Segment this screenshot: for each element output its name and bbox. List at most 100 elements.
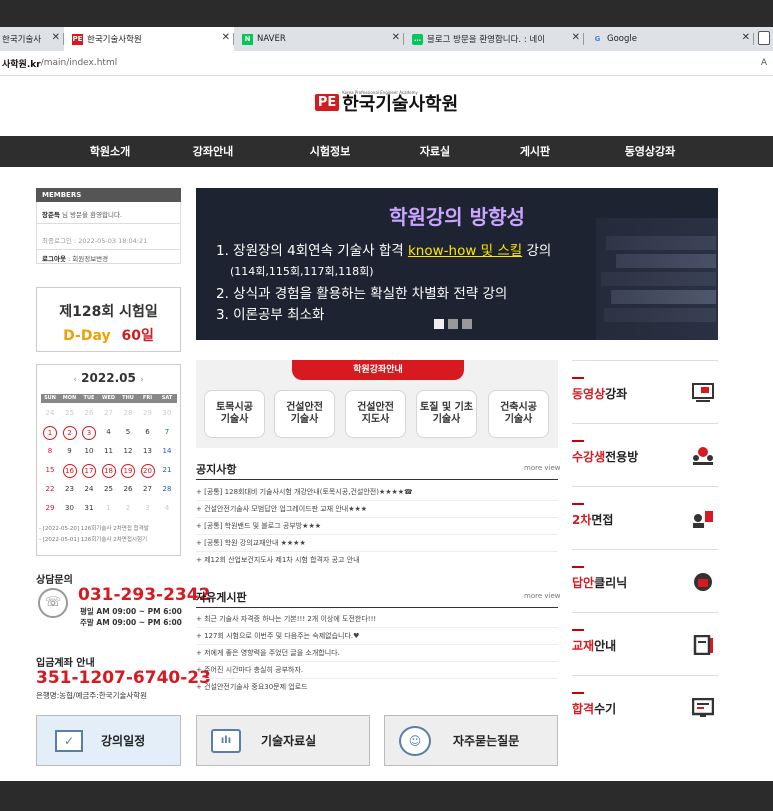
board-more-link[interactable]: more view (524, 592, 560, 600)
calendar-day[interactable]: 11 (102, 447, 116, 455)
board-item[interactable]: + 최근 기술사 자격증 하나는 기본!!! 2개 이상에 도전한다!!! (196, 611, 558, 628)
calendar-day[interactable]: 26 (121, 485, 135, 493)
materials-button[interactable]: ılı 기술자료실 (196, 715, 370, 766)
calendar-day[interactable]: 2 (62, 426, 77, 440)
course-architecture[interactable]: 건축시공 기술사 (488, 390, 549, 438)
calendar-day[interactable]: 30 (160, 409, 174, 417)
tab-google[interactable]: G Google ✕ (584, 27, 754, 51)
calendar-day[interactable]: 24 (43, 409, 57, 417)
calendar-day[interactable]: 25 (63, 409, 77, 417)
nav-video-lectures[interactable]: 동영상강좌 (605, 136, 695, 167)
pager-dot[interactable] (448, 319, 458, 329)
notice-item[interactable]: + [공통] 128회대비 기술사시험 개강안내(토목시공,건설안전)★★★★☎ (196, 484, 558, 501)
close-icon[interactable]: ✕ (392, 32, 400, 43)
course-safety-instructor[interactable]: 건설안전 지도사 (345, 390, 406, 438)
edit-profile-link[interactable]: 회원정보변경 (72, 255, 108, 263)
close-icon[interactable]: ✕ (572, 32, 580, 43)
hero-banner[interactable]: 학원강의 방향성 1. 장원장의 4회연속 기술사 합격 know-how 및 … (196, 188, 718, 340)
calendar-day[interactable]: 18 (101, 464, 116, 478)
nav-board[interactable]: 게시판 (500, 136, 570, 167)
pager-dot[interactable] (434, 319, 444, 329)
calendar-day[interactable]: 21 (160, 466, 174, 474)
calendar-day[interactable]: 23 (63, 485, 77, 493)
notice-item[interactable]: + [공통] 학원밴드 및 블로그 공부방★★★ (196, 518, 558, 535)
board-item[interactable]: + 건설안전기술사 중요30문제 업로드 (196, 679, 558, 696)
members-heading: MEMBERS (36, 188, 181, 202)
board-item[interactable]: + 주어진 시간마다 충실히 공부하자. (196, 662, 558, 679)
notice-item[interactable]: + 건설안전기술사 모범답안 업그레이드판 교재 안내★★★ (196, 501, 558, 518)
calendar-day[interactable]: 17 (82, 464, 96, 478)
calendar-prev-button[interactable]: ‹ (73, 375, 77, 385)
side-student-room[interactable]: 수강생전용방 (572, 423, 718, 485)
nav-resources[interactable]: 자료실 (400, 136, 470, 167)
reader-mode-icon[interactable]: A (761, 58, 767, 68)
calendar-day[interactable]: 26 (82, 409, 96, 417)
course-soil-foundation[interactable]: 토질 및 기초 기술사 (416, 390, 477, 438)
calendar-day[interactable]: 4 (160, 504, 174, 512)
calendar-day[interactable]: 7 (160, 428, 174, 436)
calendar-day[interactable]: 27 (141, 485, 155, 493)
calendar-day[interactable]: 3 (82, 426, 96, 440)
calendar-day[interactable]: 24 (82, 485, 96, 493)
board-item[interactable]: + 127회 시험으로 이번주 및 다음주는 숙제없습니다.♥ (196, 628, 558, 645)
close-icon[interactable]: ✕ (52, 32, 60, 43)
calendar-day[interactable]: 28 (160, 485, 174, 493)
calendar-day[interactable]: 31 (82, 504, 96, 512)
calendar-day[interactable]: 2 (121, 504, 135, 512)
page-favicon-icon[interactable] (758, 31, 770, 45)
tab-blog[interactable]: … 블로그 방문을 환영합니다. : 네이 ✕ (404, 27, 584, 51)
calendar-day[interactable]: 19 (121, 464, 135, 478)
calendar-day[interactable]: 5 (121, 428, 135, 436)
pager-dot[interactable] (462, 319, 472, 329)
calendar-day[interactable]: 4 (102, 428, 116, 436)
calendar-day[interactable]: 28 (121, 409, 135, 417)
nav-academy-intro[interactable]: 학원소개 (75, 136, 145, 167)
calendar-day[interactable]: 1 (102, 504, 116, 512)
close-icon[interactable]: ✕ (742, 32, 750, 43)
faq-button[interactable]: ☺ 자주묻는질문 (384, 715, 558, 766)
calendar-day[interactable]: 15 (43, 466, 57, 474)
calendar-day[interactable]: 29 (141, 409, 155, 417)
calendar-day[interactable]: 6 (141, 428, 155, 436)
calendar-day[interactable]: 3 (141, 504, 155, 512)
calendar-day[interactable]: 8 (43, 447, 57, 455)
notice-item[interactable]: + [공통] 학원 강의교재안내 ★★★★ (196, 535, 558, 552)
calendar-day[interactable]: 1 (43, 426, 57, 440)
close-icon[interactable]: ✕ (222, 32, 230, 43)
calendar-day[interactable]: 9 (63, 447, 77, 455)
nav-exam-info[interactable]: 시험정보 (295, 136, 365, 167)
calendar-next-button[interactable]: › (140, 375, 144, 385)
calendar-day[interactable]: 29 (43, 504, 57, 512)
calendar-note[interactable]: - [2022-05-01] 126회기술사 2차면접시험기 (39, 535, 147, 543)
calendar-day[interactable]: 13 (141, 447, 155, 455)
side-answer-clinic[interactable]: 답안클리닉 (572, 549, 718, 611)
notices-more-link[interactable]: more view (524, 464, 560, 472)
board-item[interactable]: + 저에게 좋은 영향력을 주었던 글을 소개합니다. (196, 645, 558, 662)
site-logo[interactable]: PE Korea Professional Engineer Academy 한… (0, 85, 773, 120)
logout-link[interactable]: 로그아웃 (42, 255, 66, 263)
calendar-day[interactable]: 30 (63, 504, 77, 512)
calendar-day[interactable]: 10 (82, 447, 96, 455)
side-video-lectures[interactable]: 동영상강좌 (572, 360, 718, 422)
calendar-day[interactable]: 14 (160, 447, 174, 455)
side-success-stories[interactable]: 합격수기 (572, 675, 718, 747)
calendar-day[interactable]: 22 (43, 485, 57, 493)
address-bar[interactable]: 사학원.kr /main/index.html A (0, 51, 773, 76)
course-construction-safety[interactable]: 건설안전 기술사 (274, 390, 335, 438)
calendar-day[interactable]: 25 (102, 485, 116, 493)
answer-clinic-icon (694, 573, 712, 591)
calendar-day[interactable]: 27 (102, 409, 116, 417)
nav-courses[interactable]: 강좌안내 (178, 136, 248, 167)
calendar-day[interactable]: 16 (62, 464, 77, 478)
tab-hankook-1[interactable]: 한국기술사 ✕ (0, 27, 64, 51)
calendar-note[interactable]: - [2022-05-20] 126회기술사 2차면접 합격발 (39, 524, 149, 532)
tab-hankook-academy[interactable]: PE 한국기술사학원 ✕ (64, 27, 234, 51)
calendar-day[interactable]: 12 (121, 447, 135, 455)
course-civil-construction[interactable]: 토목시공 기술사 (204, 390, 265, 438)
notice-item[interactable]: + 제12회 산업보건지도사 제1차 시험 합격자 공고 안내 (196, 552, 558, 569)
tab-naver[interactable]: N NAVER ✕ (234, 27, 404, 51)
side-interview[interactable]: 2차면접 (572, 486, 718, 548)
schedule-button[interactable]: ✓ 강의일정 (36, 715, 181, 766)
side-textbook[interactable]: 교재안내 (572, 612, 718, 674)
calendar-day[interactable]: 20 (140, 464, 155, 478)
